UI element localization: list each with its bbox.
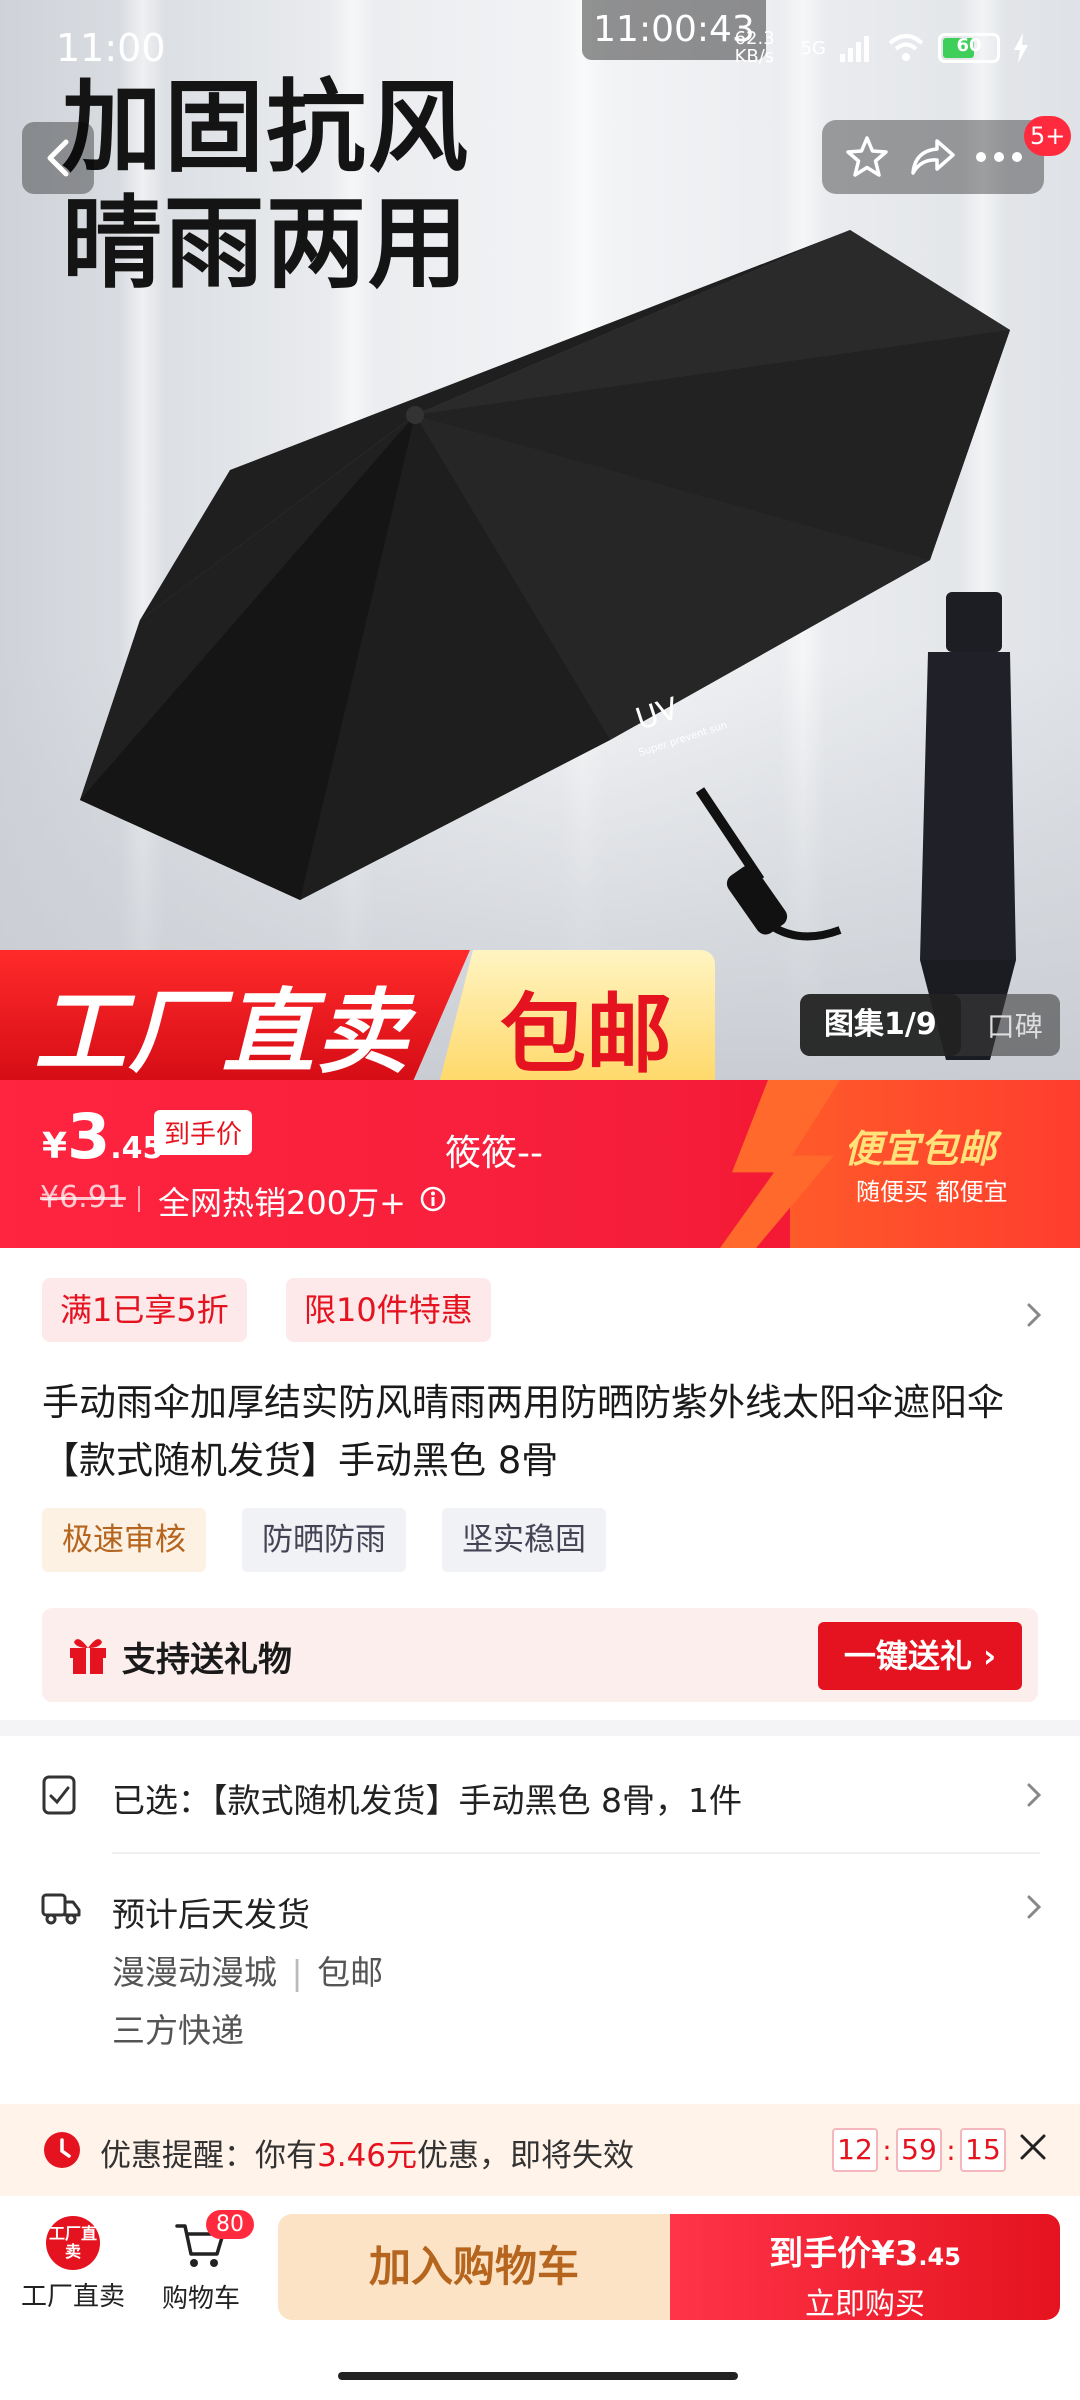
nav-cart[interactable]: 80 购物车 (136, 2210, 266, 2315)
countdown-seconds: 15 (960, 2128, 1006, 2172)
coupon-amount: 3.46元 (317, 2138, 418, 2174)
final-price: ¥ 3 .45 (42, 1100, 164, 1173)
back-button[interactable] (22, 122, 94, 194)
buy-now-label: 立即购买 (805, 2287, 925, 2322)
gift-support-bar: 支持送礼物 一键送礼 › (42, 1608, 1038, 1702)
selected-spec-row[interactable]: 已选：【款式随机发货】手动黑色 8骨，1件 (0, 1736, 1080, 1850)
nav-factory-direct[interactable]: 工厂直卖 工厂直卖 (8, 2210, 138, 2313)
charging-icon (1014, 33, 1028, 63)
spec-select-icon (42, 1775, 76, 1815)
factory-direct-icon: 工厂直卖 (46, 2216, 100, 2270)
promo-banner: 工厂直卖 包邮 (0, 950, 720, 1080)
product-title: 手动雨伞加厚结实防风晴雨两用防晒防紫外线太阳伞遮阳伞 【款式随机发货】手动黑色 … (42, 1381, 1004, 1482)
buy-now-price: 到手价¥3.45 (769, 2234, 961, 2274)
signal-icon (840, 36, 869, 62)
network-speed: 62.3 KB/s (734, 28, 775, 67)
price-divider (138, 1186, 140, 1212)
shipping-carrier: 三方快递 (112, 2011, 244, 2050)
coupon-reminder-text: 优惠提醒：你有3.46元优惠，即将失效 (100, 2138, 635, 2174)
original-price: ¥6.91 (40, 1180, 126, 1215)
send-gift-button[interactable]: 一键送礼 › (818, 1622, 1022, 1690)
delivery-truck-icon (41, 1893, 81, 1925)
gallery-switcher[interactable]: 图集1/9 口碑 (800, 994, 1060, 1056)
wifi-icon (888, 34, 924, 61)
coupon-reminder-bar[interactable]: 优惠提醒：你有3.46元优惠，即将失效 12 : 59 : 15 (0, 2104, 1080, 2196)
price-band: ¥ 3 .45 到手价 ¥6.91 全网热销200万+ 筱筱-- 便宜包邮 随便… (0, 1080, 1080, 1248)
home-indicator[interactable] (338, 2372, 738, 2380)
status-bar: 11:00 11:00:43 62.3 KB/s 5G 60 (0, 0, 1080, 90)
chevron-right-icon (1027, 1895, 1042, 1919)
more-dots-icon (976, 152, 1022, 162)
more-button[interactable] (971, 129, 1027, 185)
tag-fast-review: 极速审核 (42, 1508, 206, 1572)
battery-icon: 60 (938, 33, 1000, 63)
countdown-minutes: 59 (896, 2128, 942, 2172)
chevron-right-icon (1027, 1783, 1042, 1807)
nav-factory-direct-label: 工厂直卖 (20, 2282, 125, 2312)
svg-text:UV: UV (632, 691, 684, 738)
shipping-estimate: 预计后天发货 (112, 1895, 310, 1934)
status-time: 11:00 (56, 26, 166, 70)
bottom-action-bar: 工厂直卖 工厂直卖 80 购物车 加入购物车 到手价¥3.45 立即购买 (0, 2196, 1080, 2400)
network-type: 5G (800, 37, 826, 59)
gift-icon (70, 1639, 106, 1674)
gift-support-label: 支持送礼物 (122, 1640, 292, 1680)
limited-offer-chip[interactable]: 限10件特惠 (286, 1278, 491, 1342)
chevron-left-icon (47, 139, 69, 177)
selection-card: 已选：【款式随机发货】手动黑色 8骨，1件 预计后天发货 漫漫动漫城 | 包邮 … (0, 1736, 1080, 2116)
shipping-row[interactable]: 预计后天发货 漫漫动漫城 | 包邮 三方快递 (0, 1854, 1080, 2104)
buy-now-button[interactable]: 到手价¥3.45 立即购买 (670, 2214, 1060, 2322)
nav-cart-label: 购物车 (161, 2284, 240, 2314)
hero-headline-line2: 晴雨两用 (62, 185, 470, 302)
promo-free-shipping: 包邮 (500, 985, 672, 1080)
gallery-tab-reviews[interactable]: 口碑 (961, 1005, 1043, 1045)
sales-count: 全网热销200万+ (158, 1184, 406, 1222)
message-badge: 5+ (1024, 116, 1072, 156)
countdown-hours: 12 (832, 2128, 878, 2172)
shipping-store: 漫漫动漫城 | 包邮 (112, 1946, 383, 1994)
share-button[interactable] (905, 129, 961, 185)
umbrella-uv-print: UV Super prevent sun (632, 691, 729, 759)
promo-factory-direct: 工厂直卖 (34, 979, 411, 1080)
final-price-tag: 到手价 (154, 1110, 253, 1155)
tag-sun-rain: 防晒防雨 (242, 1508, 406, 1572)
discount-chip[interactable]: 满1已享5折 (42, 1278, 247, 1342)
seller-name: 筱筱-- (445, 1133, 543, 1174)
add-to-cart-button[interactable]: 加入购物车 (278, 2214, 670, 2320)
cart-count-badge: 80 (206, 2210, 254, 2239)
product-info-card: 满1已享5折 限10件特惠 手动雨伞加厚结实防风晴雨两用防晒防紫外线太阳伞遮阳伞… (0, 1248, 1080, 1720)
cheap-shipping-subtitle: 随便买 都便宜 (856, 1178, 1008, 1206)
selected-spec-text: 已选：【款式随机发货】手动黑色 8骨，1件 (112, 1781, 742, 1820)
shipping-separator: | (291, 1953, 303, 1992)
gallery-tab-images[interactable]: 图集1/9 (800, 994, 961, 1056)
top-action-group (822, 120, 1044, 194)
status-icons: 62.3 KB/s 5G 60 (735, 30, 1030, 66)
tag-sturdy: 坚实稳固 (442, 1508, 606, 1572)
cheap-shipping-title: 便宜包邮 (844, 1127, 997, 1171)
close-icon[interactable] (1016, 2130, 1050, 2164)
share-icon (911, 139, 955, 175)
clock-alert-icon (44, 2132, 80, 2168)
hero-headline: 加固抗风 晴雨两用 (62, 70, 470, 302)
chevron-right-icon[interactable] (1024, 1300, 1044, 1330)
shipping-store-name: 漫漫动漫城 (112, 1953, 277, 1992)
info-icon[interactable] (420, 1186, 446, 1212)
shipping-free-label: 包邮 (317, 1953, 384, 1992)
countdown-timer: 12 : 59 : 15 (832, 2128, 1006, 2172)
star-icon (846, 136, 888, 177)
favorite-button[interactable] (839, 129, 895, 185)
battery-level: 60 (956, 35, 982, 56)
